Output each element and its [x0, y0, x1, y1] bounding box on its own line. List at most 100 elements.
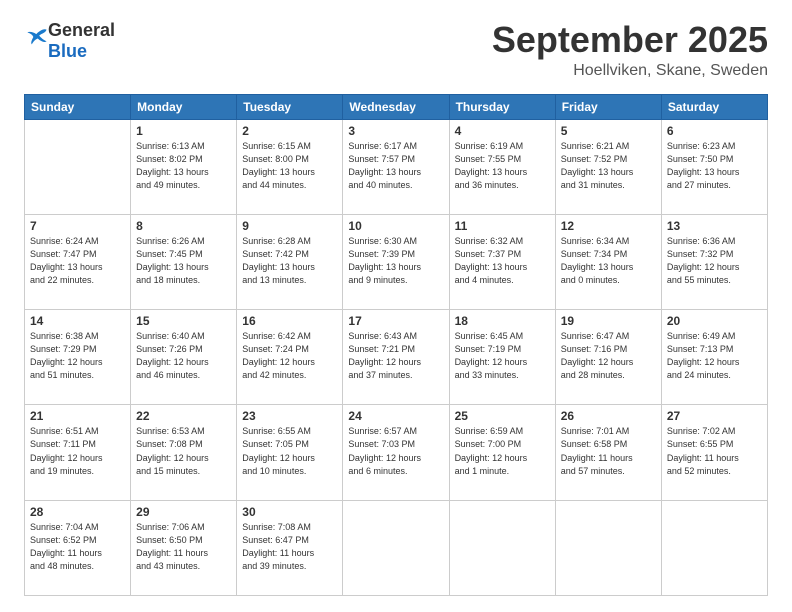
day-number: 4: [455, 124, 550, 138]
day-number: 2: [242, 124, 337, 138]
table-row: 24 Sunrise: 6:57 AM Sunset: 7:03 PM Dayli…: [343, 405, 449, 500]
table-row: 20 Sunrise: 6:49 AM Sunset: 7:13 PM Dayli…: [661, 310, 767, 405]
page: General Blue September 2025 Hoellviken, …: [0, 0, 792, 612]
day-info: Sunrise: 6:24 AM Sunset: 7:47 PM Dayligh…: [30, 235, 125, 287]
day-info: Sunrise: 6:30 AM Sunset: 7:39 PM Dayligh…: [348, 235, 443, 287]
day-number: 16: [242, 314, 337, 328]
month-title: September 2025: [492, 20, 768, 60]
day-info: Sunrise: 6:38 AM Sunset: 7:29 PM Dayligh…: [30, 330, 125, 382]
day-number: 21: [30, 409, 125, 423]
day-info: Sunrise: 6:21 AM Sunset: 7:52 PM Dayligh…: [561, 140, 656, 192]
table-row: [555, 500, 661, 595]
day-number: 27: [667, 409, 762, 423]
day-info: Sunrise: 6:42 AM Sunset: 7:24 PM Dayligh…: [242, 330, 337, 382]
day-info: Sunrise: 6:40 AM Sunset: 7:26 PM Dayligh…: [136, 330, 231, 382]
table-row: 12 Sunrise: 6:34 AM Sunset: 7:34 PM Dayli…: [555, 214, 661, 309]
day-number: 7: [30, 219, 125, 233]
table-row: 2 Sunrise: 6:15 AM Sunset: 8:00 PM Daylig…: [237, 119, 343, 214]
day-info: Sunrise: 6:51 AM Sunset: 7:11 PM Dayligh…: [30, 425, 125, 477]
day-number: 15: [136, 314, 231, 328]
day-info: Sunrise: 6:43 AM Sunset: 7:21 PM Dayligh…: [348, 330, 443, 382]
table-row: 15 Sunrise: 6:40 AM Sunset: 7:26 PM Dayli…: [131, 310, 237, 405]
table-row: 8 Sunrise: 6:26 AM Sunset: 7:45 PM Daylig…: [131, 214, 237, 309]
table-row: 18 Sunrise: 6:45 AM Sunset: 7:19 PM Dayli…: [449, 310, 555, 405]
table-row: 4 Sunrise: 6:19 AM Sunset: 7:55 PM Daylig…: [449, 119, 555, 214]
day-info: Sunrise: 6:15 AM Sunset: 8:00 PM Dayligh…: [242, 140, 337, 192]
calendar-week-row: 1 Sunrise: 6:13 AM Sunset: 8:02 PM Daylig…: [25, 119, 768, 214]
table-row: 6 Sunrise: 6:23 AM Sunset: 7:50 PM Daylig…: [661, 119, 767, 214]
table-row: 28 Sunrise: 7:04 AM Sunset: 6:52 PM Dayli…: [25, 500, 131, 595]
day-info: Sunrise: 6:26 AM Sunset: 7:45 PM Dayligh…: [136, 235, 231, 287]
table-row: 16 Sunrise: 6:42 AM Sunset: 7:24 PM Dayli…: [237, 310, 343, 405]
day-number: 3: [348, 124, 443, 138]
day-info: Sunrise: 6:53 AM Sunset: 7:08 PM Dayligh…: [136, 425, 231, 477]
logo-text: General Blue: [48, 20, 115, 61]
day-number: 9: [242, 219, 337, 233]
day-number: 1: [136, 124, 231, 138]
table-row: 26 Sunrise: 7:01 AM Sunset: 6:58 PM Dayli…: [555, 405, 661, 500]
calendar-header-row: Sunday Monday Tuesday Wednesday Thursday…: [25, 94, 768, 119]
day-number: 8: [136, 219, 231, 233]
day-number: 6: [667, 124, 762, 138]
logo: General Blue: [24, 20, 115, 61]
day-info: Sunrise: 6:45 AM Sunset: 7:19 PM Dayligh…: [455, 330, 550, 382]
table-row: 7 Sunrise: 6:24 AM Sunset: 7:47 PM Daylig…: [25, 214, 131, 309]
day-number: 24: [348, 409, 443, 423]
day-info: Sunrise: 7:01 AM Sunset: 6:58 PM Dayligh…: [561, 425, 656, 477]
table-row: 23 Sunrise: 6:55 AM Sunset: 7:05 PM Dayli…: [237, 405, 343, 500]
calendar-week-row: 14 Sunrise: 6:38 AM Sunset: 7:29 PM Dayli…: [25, 310, 768, 405]
calendar-week-row: 28 Sunrise: 7:04 AM Sunset: 6:52 PM Dayli…: [25, 500, 768, 595]
table-row: 14 Sunrise: 6:38 AM Sunset: 7:29 PM Dayli…: [25, 310, 131, 405]
table-row: 10 Sunrise: 6:30 AM Sunset: 7:39 PM Dayli…: [343, 214, 449, 309]
day-number: 20: [667, 314, 762, 328]
col-saturday: Saturday: [661, 94, 767, 119]
day-info: Sunrise: 7:04 AM Sunset: 6:52 PM Dayligh…: [30, 521, 125, 573]
day-info: Sunrise: 6:13 AM Sunset: 8:02 PM Dayligh…: [136, 140, 231, 192]
table-row: [449, 500, 555, 595]
table-row: 1 Sunrise: 6:13 AM Sunset: 8:02 PM Daylig…: [131, 119, 237, 214]
table-row: [343, 500, 449, 595]
day-info: Sunrise: 7:02 AM Sunset: 6:55 PM Dayligh…: [667, 425, 762, 477]
day-info: Sunrise: 6:49 AM Sunset: 7:13 PM Dayligh…: [667, 330, 762, 382]
calendar-table: Sunday Monday Tuesday Wednesday Thursday…: [24, 94, 768, 596]
day-number: 14: [30, 314, 125, 328]
day-info: Sunrise: 6:47 AM Sunset: 7:16 PM Dayligh…: [561, 330, 656, 382]
day-number: 30: [242, 505, 337, 519]
day-info: Sunrise: 6:59 AM Sunset: 7:00 PM Dayligh…: [455, 425, 550, 477]
logo-bird-icon: [26, 26, 48, 48]
col-sunday: Sunday: [25, 94, 131, 119]
col-monday: Monday: [131, 94, 237, 119]
table-row: 19 Sunrise: 6:47 AM Sunset: 7:16 PM Dayli…: [555, 310, 661, 405]
day-number: 26: [561, 409, 656, 423]
day-info: Sunrise: 6:57 AM Sunset: 7:03 PM Dayligh…: [348, 425, 443, 477]
table-row: 21 Sunrise: 6:51 AM Sunset: 7:11 PM Dayli…: [25, 405, 131, 500]
day-info: Sunrise: 6:17 AM Sunset: 7:57 PM Dayligh…: [348, 140, 443, 192]
table-row: 3 Sunrise: 6:17 AM Sunset: 7:57 PM Daylig…: [343, 119, 449, 214]
col-friday: Friday: [555, 94, 661, 119]
day-number: 28: [30, 505, 125, 519]
header: General Blue September 2025 Hoellviken, …: [24, 20, 768, 80]
col-tuesday: Tuesday: [237, 94, 343, 119]
day-number: 23: [242, 409, 337, 423]
col-wednesday: Wednesday: [343, 94, 449, 119]
table-row: 5Sunrise: 6:21 AM Sunset: 7:52 PM Daylig…: [555, 119, 661, 214]
day-info: Sunrise: 6:28 AM Sunset: 7:42 PM Dayligh…: [242, 235, 337, 287]
day-number: 29: [136, 505, 231, 519]
table-row: 27 Sunrise: 7:02 AM Sunset: 6:55 PM Dayli…: [661, 405, 767, 500]
day-number: 18: [455, 314, 550, 328]
title-block: September 2025 Hoellviken, Skane, Sweden: [492, 20, 768, 80]
day-info: Sunrise: 6:34 AM Sunset: 7:34 PM Dayligh…: [561, 235, 656, 287]
day-number: 13: [667, 219, 762, 233]
day-number: 19: [561, 314, 656, 328]
day-info: Sunrise: 6:19 AM Sunset: 7:55 PM Dayligh…: [455, 140, 550, 192]
day-info: Sunrise: 6:55 AM Sunset: 7:05 PM Dayligh…: [242, 425, 337, 477]
day-number: 10: [348, 219, 443, 233]
day-info: Sunrise: 6:23 AM Sunset: 7:50 PM Dayligh…: [667, 140, 762, 192]
table-row: [661, 500, 767, 595]
day-number: 25: [455, 409, 550, 423]
table-row: 30Sunrise: 7:08 AM Sunset: 6:47 PM Dayli…: [237, 500, 343, 595]
calendar-week-row: 21 Sunrise: 6:51 AM Sunset: 7:11 PM Dayli…: [25, 405, 768, 500]
day-number: 12: [561, 219, 656, 233]
calendar-week-row: 7 Sunrise: 6:24 AM Sunset: 7:47 PM Daylig…: [25, 214, 768, 309]
day-number: 17: [348, 314, 443, 328]
